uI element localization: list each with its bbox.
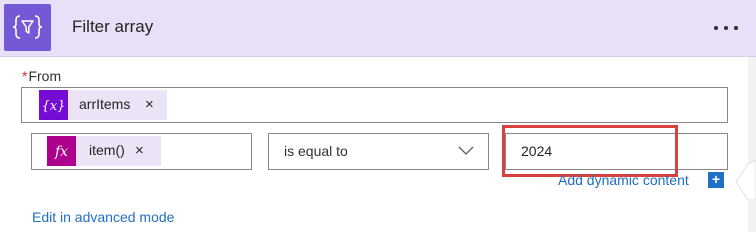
arritems-token[interactable]: {x} arrItems × [39,90,167,120]
from-input[interactable]: {x} arrItems × [21,87,728,123]
dynamic-content-flyout-arrow [734,159,756,201]
from-label-text: From [28,68,62,84]
add-dynamic-content-link[interactable]: Add dynamic content [558,172,689,188]
function-icon: fx [47,136,76,166]
operator-dropdown[interactable]: is equal to [268,133,489,170]
operator-value: is equal to [284,143,348,159]
filter-braces-icon [4,4,51,51]
add-dynamic-content-button[interactable]: + [708,172,724,188]
chevron-down-icon [458,146,474,155]
action-title: Filter array [72,17,154,36]
svg-text:{x}: {x} [42,99,66,114]
variable-icon: {x} [39,90,68,120]
panel-edge [748,57,756,232]
condition-left-operand[interactable]: fx item() × [31,133,252,170]
remove-token-button[interactable]: × [135,141,144,161]
token-label: arrItems [79,96,131,112]
action-header[interactable]: Filter array [0,0,756,57]
token-label: item() [89,142,125,158]
from-label: *From [22,68,61,84]
required-marker: * [22,68,28,84]
remove-token-button[interactable]: × [145,95,154,115]
more-options-icon[interactable] [712,16,740,38]
annotation-highlight [502,125,678,177]
item-token[interactable]: fx item() × [47,136,161,166]
svg-text:fx: fx [54,144,68,160]
filter-array-card: Filter array *From {x} arrItems × fx ite… [0,0,756,232]
edit-advanced-mode-link[interactable]: Edit in advanced mode [32,209,174,225]
